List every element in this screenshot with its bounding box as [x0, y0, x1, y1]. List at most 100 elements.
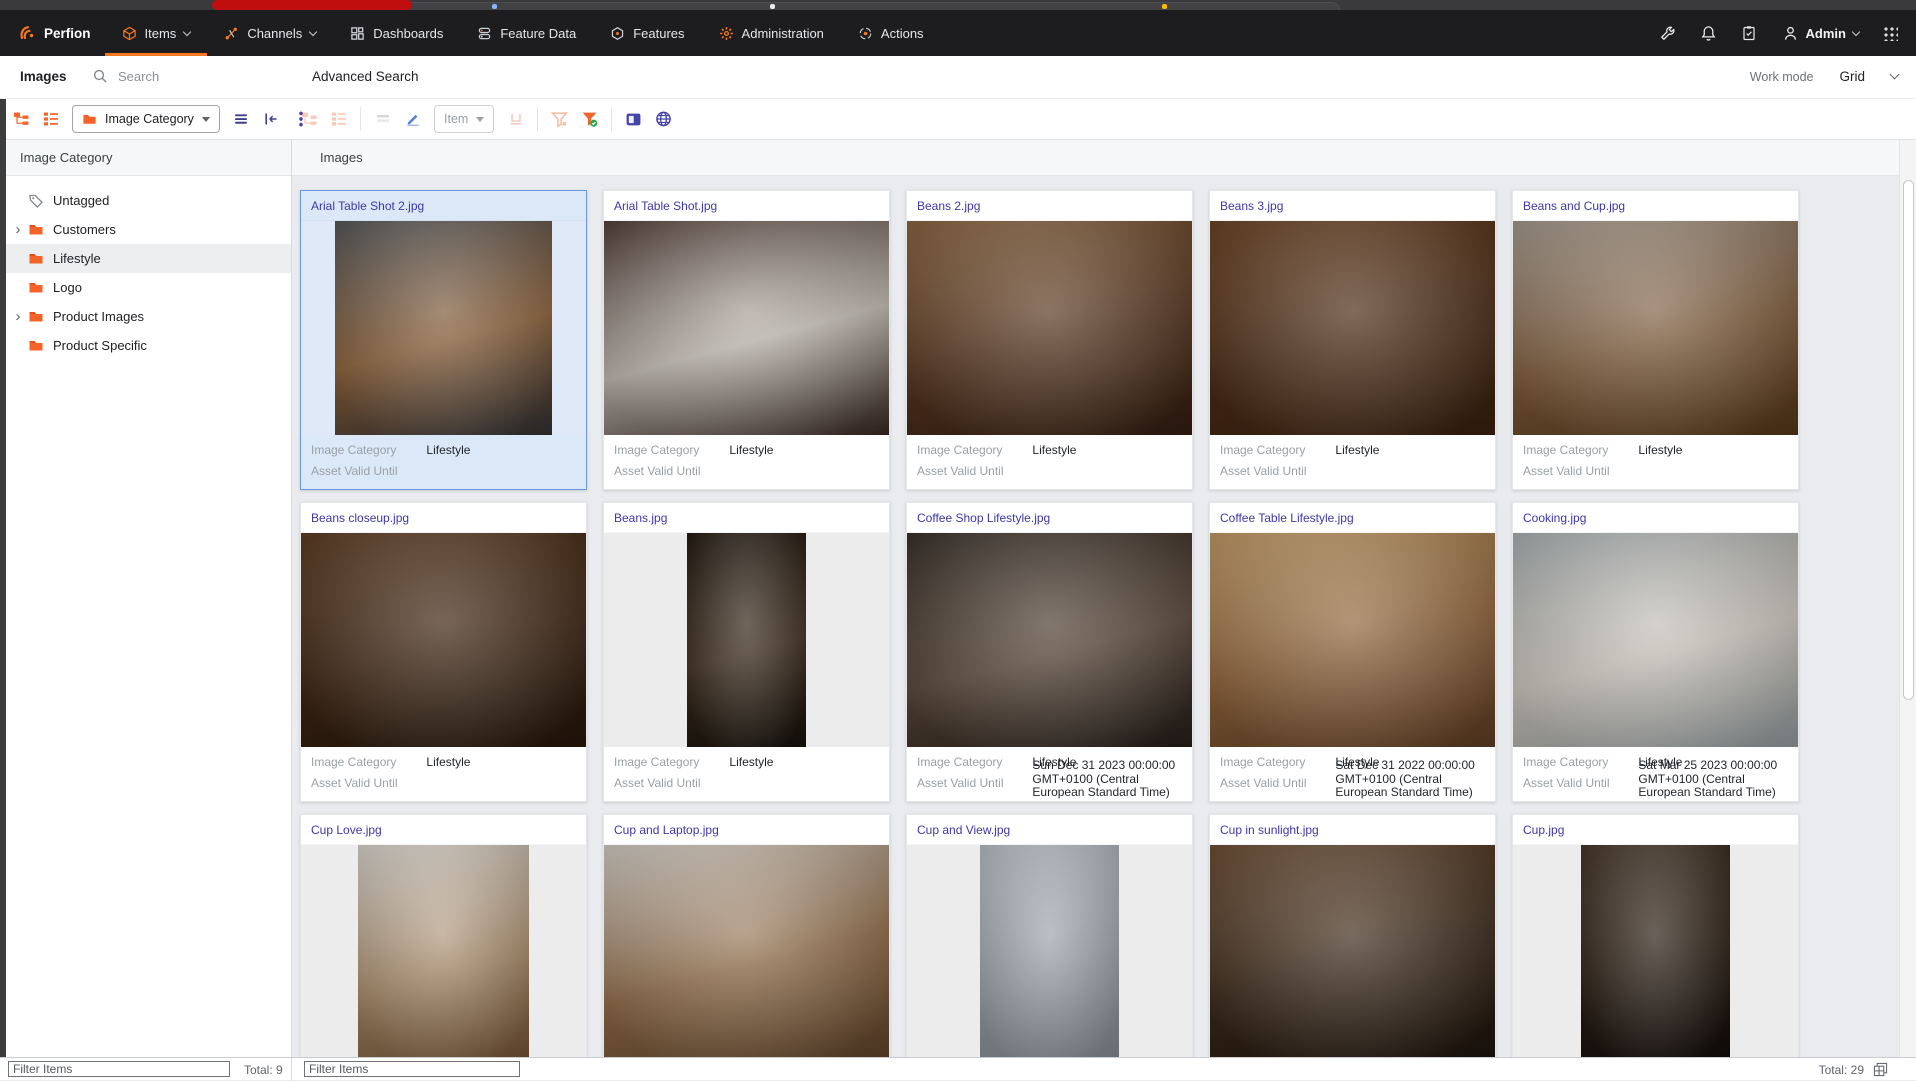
nav-item-feature-data[interactable]: Feature Data: [460, 10, 593, 56]
tree-item-label: Untagged: [53, 193, 110, 208]
edit-pencil-icon[interactable]: [404, 111, 421, 128]
tools-wrench-icon[interactable]: [1659, 25, 1676, 42]
user-menu[interactable]: Admin: [1782, 25, 1861, 42]
nav-item-actions[interactable]: Actions: [841, 10, 941, 56]
list-view-icon[interactable]: [42, 111, 59, 128]
image-thumbnail[interactable]: [335, 221, 552, 435]
nav-item-channels[interactable]: Channels: [207, 10, 333, 56]
image-thumbnail[interactable]: [358, 845, 529, 1057]
image-card[interactable]: Cup Love.jpg Image Category Asset Valid …: [300, 814, 587, 1057]
nav-item-administration[interactable]: Administration: [702, 10, 841, 56]
filter-clear-icon[interactable]: [551, 111, 569, 128]
meta-label-valid-until: Asset Valid Until: [614, 776, 701, 790]
save-icon[interactable]: [507, 111, 524, 128]
image-thumbnail[interactable]: [1210, 533, 1495, 747]
search-input[interactable]: [118, 68, 268, 84]
image-card[interactable]: Coffee Table Lifestyle.jpg Image Categor…: [1209, 502, 1496, 802]
image-card[interactable]: Beans 2.jpg Image Category Lifestyle Ass…: [906, 190, 1193, 490]
image-thumbnail[interactable]: [301, 533, 586, 747]
image-card-title[interactable]: Beans.jpg: [604, 503, 889, 533]
image-card-title[interactable]: Cooking.jpg: [1513, 503, 1798, 533]
user-name: Admin: [1805, 25, 1846, 41]
image-card[interactable]: Cooking.jpg Image Category Lifestyle Ass…: [1512, 502, 1799, 802]
image-thumbnail[interactable]: [604, 221, 889, 435]
image-card[interactable]: Arial Table Shot 2.jpg Image Category Li…: [300, 190, 587, 490]
clipboard-icon[interactable]: [1741, 25, 1758, 42]
image-thumbnail-area: [1210, 533, 1495, 747]
image-thumbnail[interactable]: [979, 845, 1120, 1057]
image-thumbnail[interactable]: [1581, 845, 1730, 1057]
globe-icon[interactable]: [655, 111, 672, 128]
tree-view-secondary-icon[interactable]: [300, 111, 317, 128]
rows-icon[interactable]: [374, 111, 391, 128]
image-card-title[interactable]: Cup and Laptop.jpg: [604, 815, 889, 845]
image-thumbnail[interactable]: [1210, 221, 1495, 435]
image-card-title[interactable]: Cup and View.jpg: [907, 815, 1192, 845]
grid-size-icon[interactable]: [1873, 1062, 1888, 1077]
nav-label: Actions: [880, 25, 924, 41]
image-card[interactable]: Cup and Laptop.jpg Image Category Asset …: [603, 814, 890, 1057]
image-thumbnail[interactable]: [604, 845, 889, 1057]
image-card[interactable]: Coffee Shop Lifestyle.jpg Image Category…: [906, 502, 1193, 802]
expand-chevron-icon[interactable]: ›: [10, 309, 26, 324]
scrollbar-thumb[interactable]: [1903, 180, 1914, 700]
work-mode-selector[interactable]: Work mode Grid: [1750, 69, 1900, 84]
filter-applied-icon[interactable]: [581, 111, 598, 128]
apps-grid-icon[interactable]: [1883, 25, 1898, 41]
image-card[interactable]: Cup in sunlight.jpg Image Category Asset…: [1209, 814, 1496, 1057]
image-card-title[interactable]: Arial Table Shot 2.jpg: [301, 191, 586, 221]
list-view-secondary-icon[interactable]: [330, 111, 347, 128]
image-thumbnail[interactable]: [1513, 533, 1798, 747]
image-card-title[interactable]: Coffee Shop Lifestyle.jpg: [907, 503, 1192, 533]
image-card[interactable]: Cup and View.jpg Image Category Asset Va…: [906, 814, 1193, 1057]
image-card-title[interactable]: Beans closeup.jpg: [301, 503, 586, 533]
search-box[interactable]: [92, 68, 268, 84]
image-card-title[interactable]: Beans 2.jpg: [907, 191, 1192, 221]
image-thumbnail-area: [1210, 845, 1495, 1057]
image-card-title[interactable]: Cup.jpg: [1513, 815, 1798, 845]
chevron-down-icon: [309, 27, 318, 36]
image-thumbnail[interactable]: [1210, 845, 1495, 1057]
expand-chevron-icon[interactable]: ›: [10, 222, 26, 237]
item-dropdown[interactable]: Item: [434, 105, 495, 133]
image-thumbnail[interactable]: [907, 221, 1192, 435]
image-card[interactable]: Beans and Cup.jpg Image Category Lifesty…: [1512, 190, 1799, 490]
category-dropdown[interactable]: Image Category: [72, 105, 220, 133]
image-thumbnail[interactable]: [907, 533, 1192, 747]
grid-filter-input[interactable]: [304, 1061, 520, 1077]
image-card[interactable]: Beans.jpg Image Category Lifestyle Asset…: [603, 502, 890, 802]
meta-label-category: Image Category: [917, 443, 1003, 457]
notifications-bell-icon[interactable]: [1700, 25, 1717, 42]
image-card[interactable]: Cup.jpg Image Category Asset Valid Until: [1512, 814, 1799, 1057]
image-card-title[interactable]: Coffee Table Lifestyle.jpg: [1210, 503, 1495, 533]
tree-view-icon[interactable]: [12, 111, 29, 128]
perfion-brand[interactable]: Perfion: [0, 24, 91, 42]
meta-label-category: Image Category: [614, 443, 700, 457]
nav-item-features[interactable]: Features: [593, 10, 701, 56]
sidebar-tree-item[interactable]: Untagged: [0, 186, 291, 215]
nav-item-items[interactable]: Items: [105, 10, 208, 56]
sidebar-tree-item[interactable]: Logo: [0, 273, 291, 302]
image-thumbnail[interactable]: [1513, 221, 1798, 435]
sidebar-tree-item[interactable]: › Customers: [0, 215, 291, 244]
vertical-scrollbar[interactable]: [1899, 140, 1916, 1057]
nav-item-dashboards[interactable]: Dashboards: [333, 10, 460, 56]
sidebar-tree-item[interactable]: › Product Images: [0, 302, 291, 331]
sidebar-tree-item[interactable]: Product Specific: [0, 331, 291, 360]
image-card-title[interactable]: Cup Love.jpg: [301, 815, 586, 845]
image-card[interactable]: Beans closeup.jpg Image Category Lifesty…: [300, 502, 587, 802]
image-card-title[interactable]: Arial Table Shot.jpg: [604, 191, 889, 221]
menu-lines-icon[interactable]: [233, 111, 250, 128]
sidebar-tree-item[interactable]: Lifestyle: [0, 244, 291, 273]
image-card-title[interactable]: Beans and Cup.jpg: [1513, 191, 1798, 221]
sidebar-filter-input[interactable]: [8, 1061, 230, 1077]
image-card[interactable]: Beans 3.jpg Image Category Lifestyle Ass…: [1209, 190, 1496, 490]
image-card-title[interactable]: Beans 3.jpg: [1210, 191, 1495, 221]
image-thumbnail[interactable]: [686, 533, 807, 747]
advanced-search-link[interactable]: Advanced Search: [312, 69, 419, 84]
search-icon: [93, 69, 107, 83]
image-card-title[interactable]: Cup in sunlight.jpg: [1210, 815, 1495, 845]
panel-layout-icon[interactable]: [625, 111, 642, 128]
collapse-panel-icon[interactable]: [263, 111, 280, 128]
image-card[interactable]: Arial Table Shot.jpg Image Category Life…: [603, 190, 890, 490]
